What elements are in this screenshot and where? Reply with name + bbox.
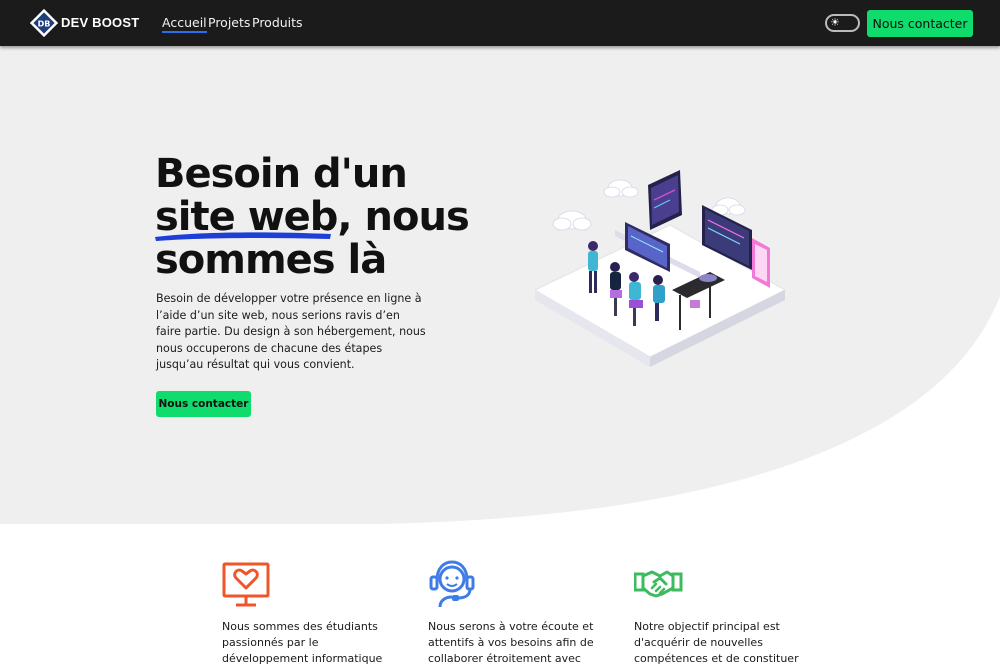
feature-students: Nous sommes des étudiants passionnés par… (222, 560, 392, 667)
nav-link-projets[interactable]: Projets (208, 15, 250, 30)
hero-title-line-3: sommes là (155, 237, 387, 283)
dev-boost-logo-icon[interactable]: DB (30, 9, 58, 37)
cloud-icon (552, 210, 592, 231)
feature-listening-text: Nous serons à votre écoute et attentifs … (428, 620, 594, 666)
hero-title: Besoin d'un site web, nous sommes là (155, 153, 495, 282)
hero-title-highlight: site web (155, 194, 338, 241)
nav-link-accueil[interactable]: Accueil (162, 15, 207, 33)
feature-students-text: Nous sommes des étudiants passionnés par… (222, 620, 383, 666)
contact-button[interactable]: Nous contacter (867, 10, 973, 37)
hero-title-line-2: site web, nous (155, 194, 470, 241)
brand-name[interactable]: DEV BOOST (61, 15, 139, 30)
navbar: DB DEV BOOST Accueil Projets Produits ☀ … (0, 0, 1000, 46)
svg-text:DB: DB (38, 20, 51, 29)
hero-description: Besoin de développer votre présence en l… (156, 292, 426, 371)
hero-contact-button[interactable]: Nous contacter (156, 391, 251, 417)
support-headset-icon (429, 560, 475, 608)
isometric-team-workspace-illustration (533, 170, 787, 367)
theme-toggle[interactable]: ☀ (825, 14, 860, 32)
heart-monitor-icon (222, 562, 270, 607)
handshake-icon (634, 570, 683, 598)
feature-objective-text: Notre objectif principal est d'acquérir … (634, 620, 799, 666)
feature-listening: Nous serons à votre écoute et attentifs … (428, 560, 598, 667)
hero-background (0, 46, 1000, 524)
nav-link-produits[interactable]: Produits (252, 15, 303, 30)
sun-icon: ☀ (830, 17, 840, 29)
hero-title-line-1: Besoin d'un (155, 151, 408, 197)
feature-objective: Notre objectif principal est d'acquérir … (634, 560, 804, 667)
